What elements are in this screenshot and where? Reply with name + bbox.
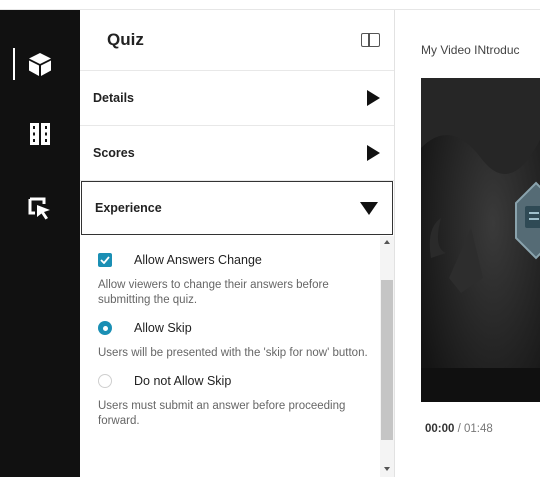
video-preview: My Video INtroduc 00:00 / 01:48	[396, 10, 540, 477]
section-label: Scores	[93, 146, 135, 160]
expand-arrow-icon	[367, 90, 380, 106]
experience-options: Allow Answers Change Allow viewers to ch…	[80, 236, 380, 477]
no-skip-help: Users must submit an answer before proce…	[98, 400, 346, 427]
scroll-up-arrow-icon[interactable]	[384, 240, 390, 244]
video-timecode: 00:00 / 01:48	[425, 423, 493, 435]
options-scrollbar[interactable]	[380, 236, 394, 477]
app-root: Quiz Details Scores Experience Allow Ans…	[0, 0, 540, 477]
allow-skip-row[interactable]: Allow Skip	[98, 318, 380, 338]
scroll-thumb[interactable]	[381, 280, 393, 440]
left-rail	[0, 10, 80, 477]
video-player[interactable]	[421, 78, 540, 402]
duration: 01:48	[464, 423, 493, 435]
time-separator: /	[454, 423, 465, 435]
no-skip-radio[interactable]	[98, 374, 112, 388]
collapse-arrow-icon	[360, 201, 378, 215]
section-details[interactable]: Details	[80, 71, 394, 126]
top-strip	[0, 0, 540, 10]
check-icon	[100, 256, 110, 264]
section-label: Details	[93, 91, 134, 105]
cube-icon	[27, 51, 53, 77]
section-label: Experience	[95, 201, 162, 215]
panel-header: Quiz	[80, 10, 394, 71]
allow-skip-label: Allow Skip	[134, 321, 192, 335]
film-icon	[30, 123, 50, 145]
rail-item-media[interactable]	[0, 112, 80, 156]
allow-answers-change-label: Allow Answers Change	[134, 253, 262, 267]
cursor-select-icon	[27, 195, 53, 221]
panel-title: Quiz	[107, 30, 144, 49]
allow-answers-change-row[interactable]: Allow Answers Change	[98, 250, 380, 270]
video-title: My Video INtroduc	[421, 43, 520, 57]
section-scores[interactable]: Scores	[80, 126, 394, 181]
no-skip-label: Do not Allow Skip	[134, 374, 232, 388]
no-skip-row[interactable]: Do not Allow Skip	[98, 371, 380, 391]
scroll-down-arrow-icon[interactable]	[384, 467, 390, 471]
current-time: 00:00	[425, 423, 455, 435]
video-thumbnail-image	[421, 78, 540, 402]
quiz-panel: Quiz Details Scores Experience Allow Ans…	[80, 10, 395, 477]
allow-skip-help: Users will be presented with the 'skip f…	[98, 347, 368, 359]
section-experience[interactable]: Experience	[81, 181, 393, 235]
allow-answers-change-checkbox[interactable]	[98, 253, 112, 267]
rail-item-interactions[interactable]	[0, 186, 80, 230]
rail-item-quiz[interactable]	[0, 42, 80, 86]
expand-arrow-icon	[367, 145, 380, 161]
allow-skip-radio[interactable]	[98, 321, 112, 335]
allow-answers-change-help: Allow viewers to change their answers be…	[98, 279, 329, 306]
panel-layout-toggle-icon[interactable]	[361, 33, 380, 47]
